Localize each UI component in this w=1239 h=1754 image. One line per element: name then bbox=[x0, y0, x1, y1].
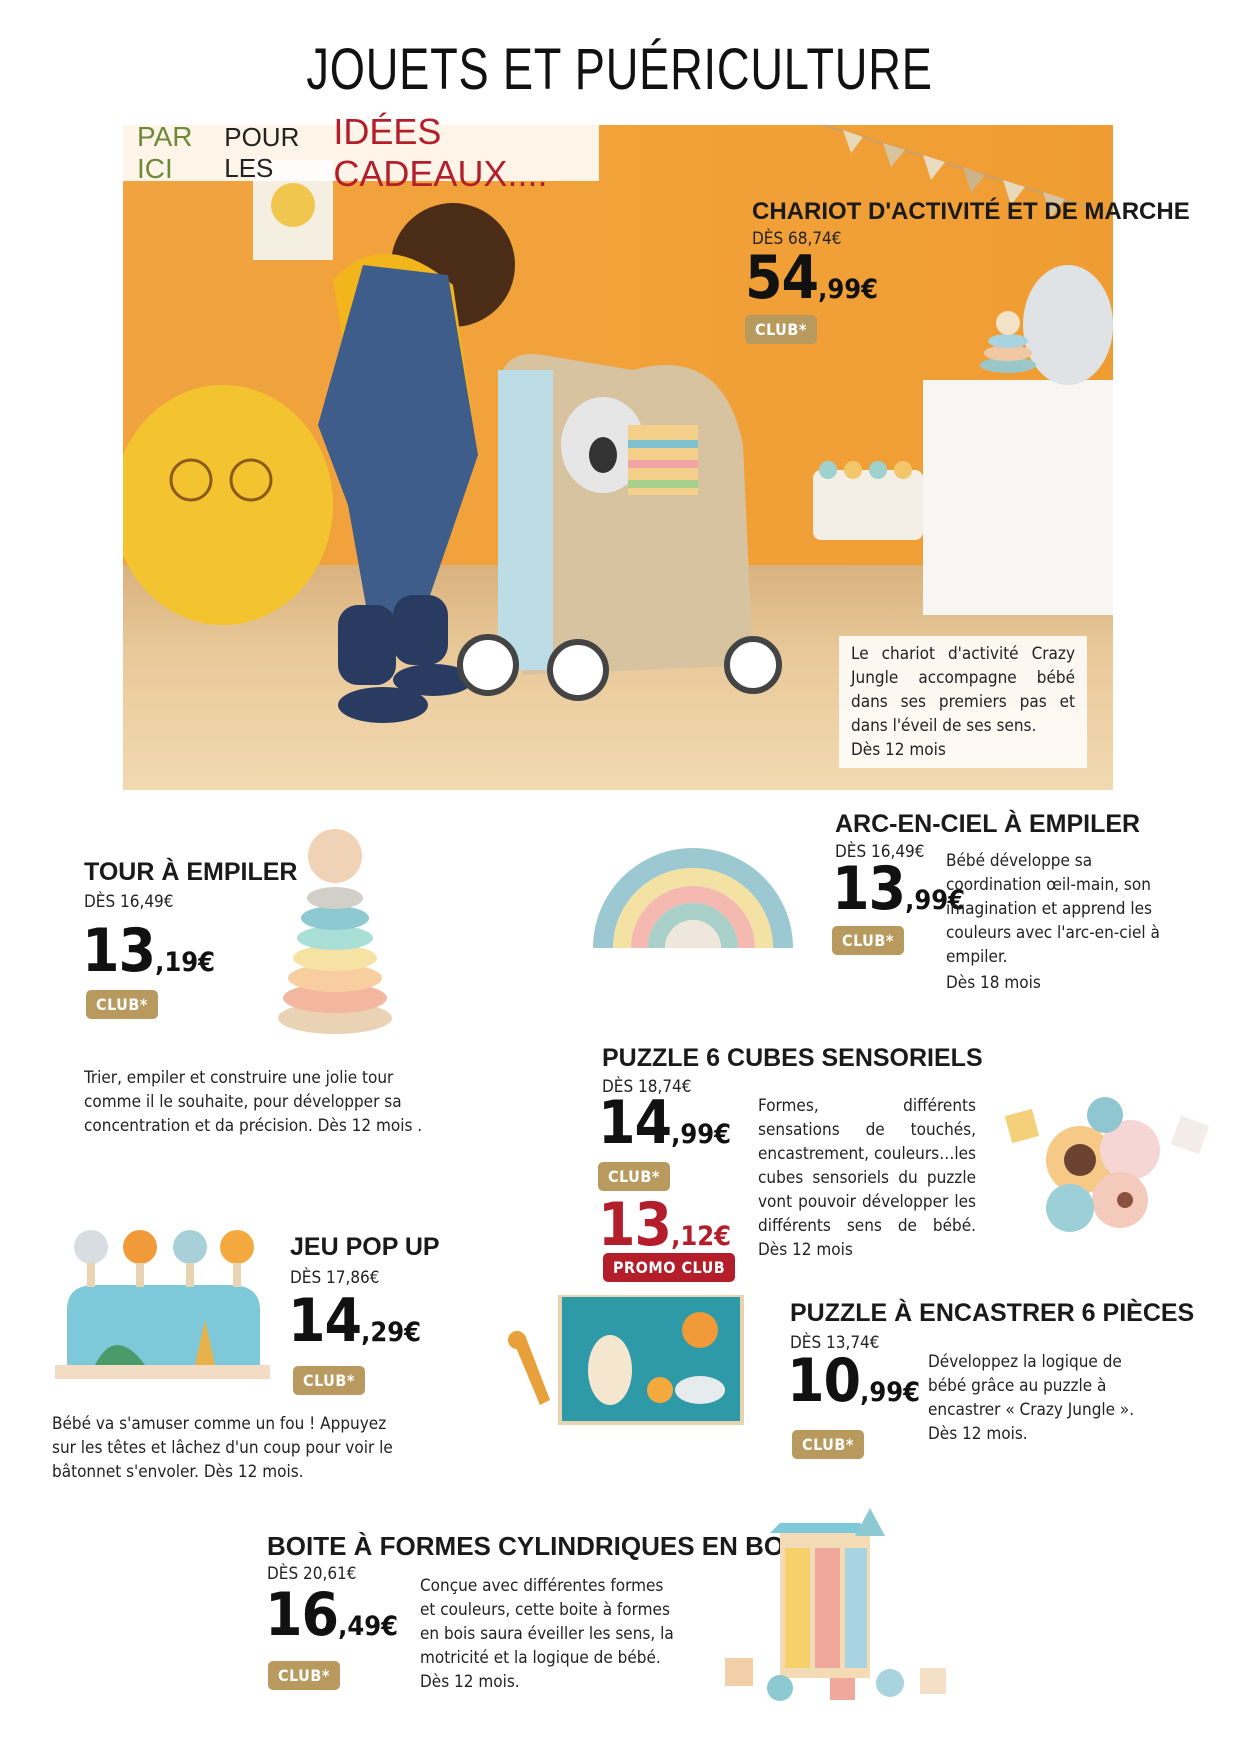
tour-from: DÈS 16,49€ bbox=[84, 892, 174, 912]
price-int: 10 bbox=[787, 1346, 861, 1416]
tour-description: Trier, empiler et construire une jolie t… bbox=[84, 1068, 423, 1136]
club-badge: CLUB* bbox=[598, 1162, 670, 1191]
club-badge: CLUB* bbox=[745, 315, 817, 344]
price-int: 14 bbox=[288, 1286, 362, 1356]
page-title: JOUETS ET PUÉRICULTURE bbox=[306, 37, 933, 102]
boite-price: 16,49€ bbox=[265, 1580, 398, 1650]
price-dec: ,49€ bbox=[338, 1611, 399, 1642]
encastrer-description: Développez la logique de bébé grâce au p… bbox=[928, 1352, 1135, 1444]
pop-name: JEU POP UP bbox=[290, 1233, 440, 1261]
price-int: 13 bbox=[82, 916, 156, 986]
club-badge: CLUB* bbox=[792, 1430, 864, 1459]
hero-age: Dès 12 mois bbox=[851, 740, 946, 760]
gift-ideas-banner: PAR ICI POUR LES IDÉES CADEAUX.... bbox=[123, 111, 599, 194]
price-dec: ,99€ bbox=[818, 274, 879, 305]
hero-description-box: Le chariot d'activité Crazy Jungle accom… bbox=[839, 636, 1087, 768]
stacking-tower-icon bbox=[278, 829, 392, 1034]
price-dec: ,99€ bbox=[671, 1119, 732, 1150]
cabinet-icon bbox=[923, 380, 1113, 615]
sensory-cubes-icon bbox=[1004, 1097, 1210, 1232]
club-badge: CLUB* bbox=[86, 990, 158, 1019]
banner-text-2: POUR LES bbox=[224, 122, 300, 183]
price-int: 54 bbox=[745, 243, 819, 313]
cubes-description: Formes, différents sensations de touchés… bbox=[758, 1096, 976, 1260]
encastrer-name: PUZZLE À ENCASTRER 6 PIÈCES bbox=[790, 1299, 1195, 1327]
hero-product-name: CHARIOT D'ACTIVITÉ ET DE MARCHE bbox=[752, 198, 1190, 225]
club-badge: CLUB* bbox=[832, 926, 904, 955]
arc-age: Dès 18 mois bbox=[946, 973, 1041, 993]
arc-description: Bébé développe sa coordination œil-main,… bbox=[946, 851, 1160, 967]
basket-icon bbox=[813, 461, 923, 540]
price-dec: ,29€ bbox=[361, 1317, 422, 1348]
banner-text-1: PAR ICI bbox=[137, 121, 193, 184]
zebra-toy-icon bbox=[1023, 265, 1113, 385]
cubes-name: PUZZLE 6 CUBES SENSORIELS bbox=[602, 1044, 983, 1072]
pop-up-toy-icon bbox=[55, 1230, 270, 1379]
hero-product-price: 54,99€ bbox=[745, 243, 878, 313]
club-badge: CLUB* bbox=[268, 1661, 340, 1690]
hero-description: Le chariot d'activité Crazy Jungle accom… bbox=[851, 644, 1075, 736]
arc-description-block: Bébé développe sa coordination œil-main,… bbox=[946, 849, 1164, 995]
promo-price-dec: ,12€ bbox=[671, 1221, 732, 1252]
encastrer-price: 10,99€ bbox=[787, 1346, 920, 1416]
owl-cushion-icon bbox=[123, 385, 333, 625]
shape-sorter-icon bbox=[725, 1508, 946, 1701]
pop-from: DÈS 17,86€ bbox=[290, 1268, 380, 1288]
price-int: 16 bbox=[265, 1580, 339, 1650]
jungle-puzzle-icon bbox=[508, 1295, 744, 1425]
price-dec: ,19€ bbox=[155, 947, 216, 978]
cubes-promo-price: 13,12€ bbox=[598, 1190, 731, 1260]
promo-club-badge: PROMO CLUB bbox=[603, 1253, 736, 1282]
tour-price: 13,19€ bbox=[82, 916, 215, 986]
price-int: 14 bbox=[598, 1088, 672, 1158]
rainbow-stacker-icon bbox=[593, 848, 793, 948]
club-badge: CLUB* bbox=[293, 1366, 365, 1395]
boite-description: Conçue avec différentes formes et couleu… bbox=[420, 1576, 674, 1692]
pop-price: 14,29€ bbox=[288, 1286, 421, 1356]
price-int: 13 bbox=[832, 854, 906, 924]
tour-name: TOUR À EMPILER bbox=[84, 858, 298, 886]
price-dec: ,99€ bbox=[860, 1377, 921, 1408]
cubes-price: 14,99€ bbox=[598, 1088, 731, 1158]
promo-price-int: 13 bbox=[598, 1190, 672, 1260]
arc-name: ARC-EN-CIEL À EMPILER bbox=[835, 810, 1141, 838]
pop-description: Bébé va s'amuser comme un fou ! Appuyez … bbox=[52, 1414, 393, 1482]
banner-text-3: IDÉES CADEAUX.... bbox=[333, 111, 548, 194]
activity-walker-icon bbox=[457, 354, 782, 701]
